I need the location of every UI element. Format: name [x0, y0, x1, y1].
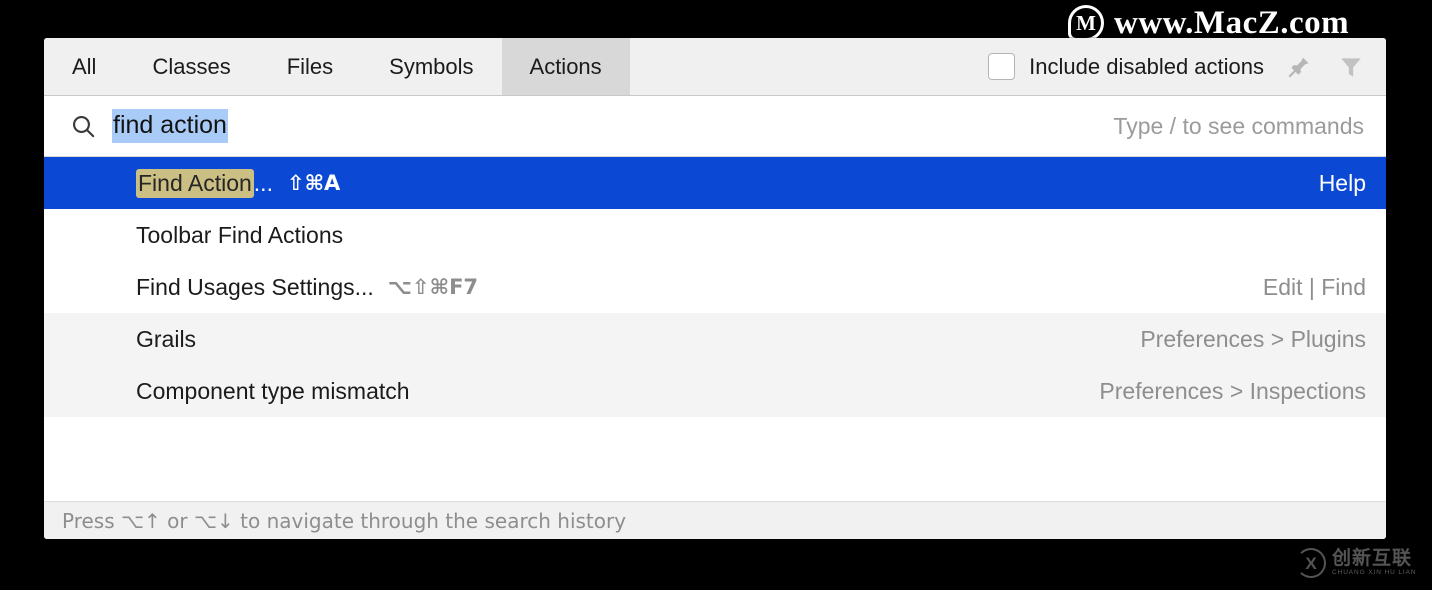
result-match-highlight: Find Action [136, 168, 254, 198]
result-title-rest: Grails [136, 325, 197, 352]
tab-actions-label: Actions [529, 53, 602, 79]
result-title-rest: Find Usages Settings... [136, 273, 374, 300]
result-title: Find Action... [136, 168, 273, 198]
result-title-rest: Component type mismatch [136, 377, 410, 404]
tab-symbols[interactable]: Symbols [361, 38, 501, 95]
screen-root: M www.MacZ.com X 创新互联 CHUANG XIN HU LIAN… [0, 0, 1432, 590]
watermark-chuangxin: X 创新互联 CHUANG XIN HU LIAN [1296, 540, 1432, 586]
tab-bar: All Classes Files Symbols Actions Includ… [44, 38, 1386, 96]
search-hint: Type / to see commands [1113, 112, 1364, 139]
list-item[interactable]: Find Usages Settings... ⌥⇧⌘F7 Edit | Fin… [44, 261, 1386, 313]
result-title: Find Usages Settings... [136, 274, 374, 301]
result-shortcut: ⇧⌘A [286, 171, 341, 195]
results-list: Find Action... ⇧⌘A Help Toolbar Find Act… [44, 157, 1386, 500]
tab-all-label: All [72, 53, 97, 79]
result-title: Toolbar Find Actions [136, 222, 343, 249]
result-shortcut: ⌥⇧⌘F7 [387, 275, 479, 299]
macz-logo-icon: M [1068, 5, 1104, 41]
tab-classes-label: Classes [152, 53, 231, 79]
filter-icon[interactable] [1334, 50, 1368, 84]
tab-symbols-label: Symbols [389, 53, 474, 79]
result-location: Preferences > Inspections [1099, 377, 1366, 404]
tab-bar-right-controls: Include disabled actions [988, 38, 1386, 95]
results-empty-area [44, 417, 1386, 500]
pin-icon[interactable] [1282, 50, 1316, 84]
result-title-rest: Toolbar Find Actions [136, 221, 344, 248]
result-location: Help [1318, 169, 1366, 196]
tab-all[interactable]: All [44, 38, 124, 95]
list-item[interactable]: Toolbar Find Actions [44, 209, 1386, 261]
chuangxin-logo-icon: X [1296, 548, 1326, 578]
watermark-macz-text: www.MacZ.com [1114, 4, 1350, 41]
list-item[interactable]: Grails Preferences > Plugins [44, 313, 1386, 365]
include-disabled-actions-label: Include disabled actions [1029, 53, 1264, 79]
result-title: Component type mismatch [136, 378, 410, 405]
result-location: Edit | Find [1262, 273, 1366, 300]
search-everywhere-dialog: All Classes Files Symbols Actions Includ… [44, 38, 1386, 539]
checkbox-box-icon[interactable] [988, 53, 1016, 80]
search-icon [64, 113, 102, 140]
tab-files[interactable]: Files [259, 38, 361, 95]
search-input[interactable]: find action [112, 109, 228, 143]
watermark-chuangxin-words: 创新互联 CHUANG XIN HU LIAN [1332, 549, 1416, 577]
include-disabled-actions-checkbox[interactable]: Include disabled actions [988, 53, 1264, 80]
search-row[interactable]: find action Type / to see commands [44, 96, 1386, 157]
status-bar: Press ⌥↑ or ⌥↓ to navigate through the s… [44, 501, 1386, 539]
navigation-hint: Press ⌥↑ or ⌥↓ to navigate through the s… [62, 508, 627, 533]
result-title: Grails [136, 326, 196, 353]
list-item[interactable]: Find Action... ⇧⌘A Help [44, 157, 1386, 209]
tab-files-label: Files [286, 53, 334, 79]
tab-classes[interactable]: Classes [124, 38, 258, 95]
list-item[interactable]: Component type mismatch Preferences > In… [44, 365, 1386, 417]
tab-actions[interactable]: Actions [501, 38, 630, 95]
result-location: Preferences > Plugins [1140, 325, 1366, 352]
watermark-chuangxin-pinyin: CHUANG XIN HU LIAN [1332, 569, 1417, 577]
watermark-chuangxin-cn: 创新互联 [1332, 547, 1413, 570]
result-title-rest: ... [253, 169, 273, 196]
